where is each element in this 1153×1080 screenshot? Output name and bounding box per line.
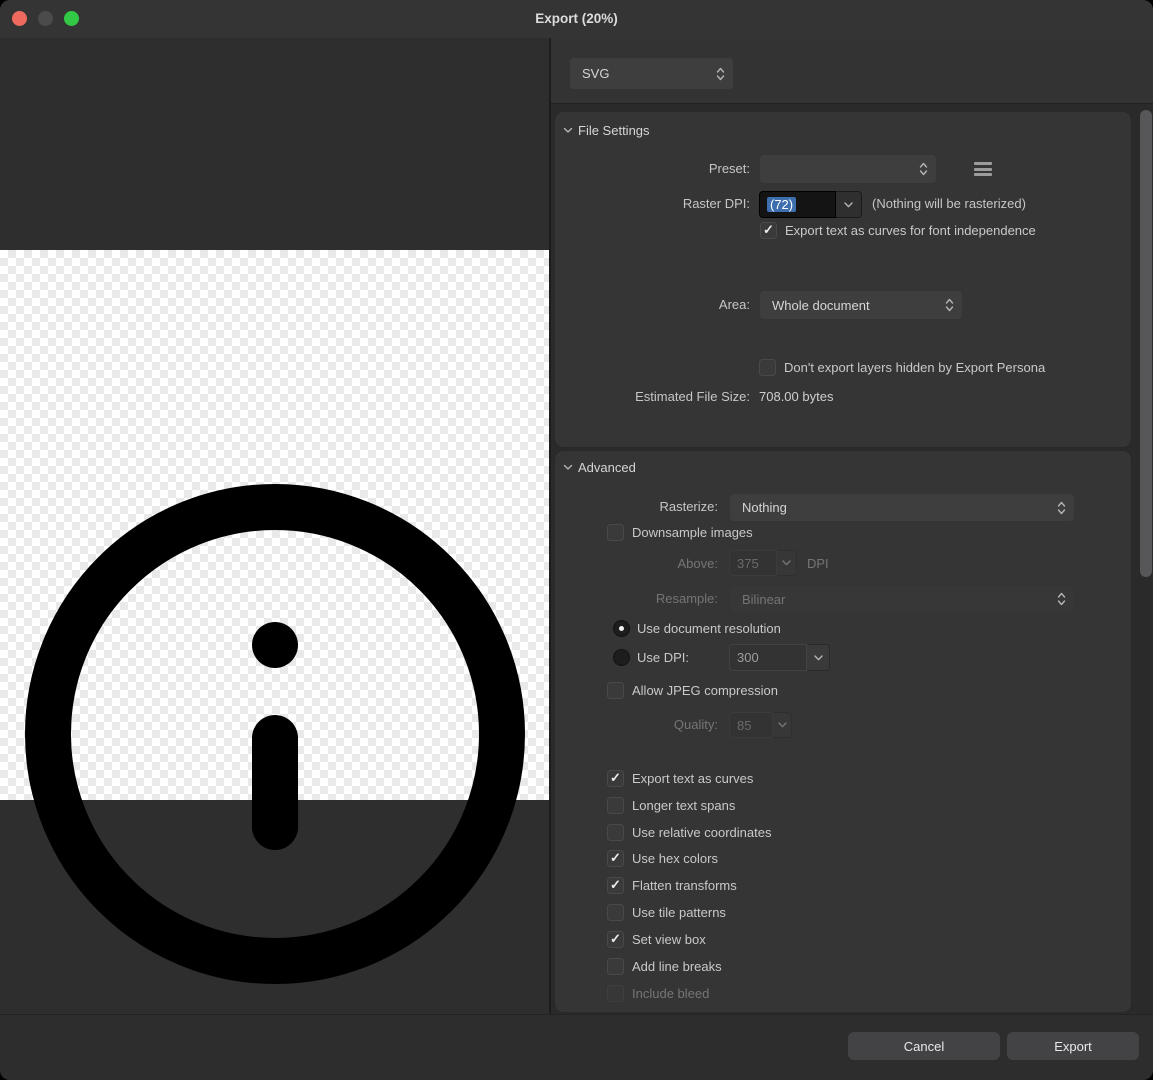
- resample-dropdown[interactable]: Bilinear: [729, 585, 1075, 613]
- above-label: Above:: [598, 556, 718, 572]
- quality-value: 85: [737, 718, 751, 733]
- scrollbar-thumb[interactable]: [1140, 110, 1152, 577]
- option-label: Use hex colors: [632, 851, 718, 867]
- option-label: Flatten transforms: [632, 878, 737, 894]
- format-bar: SVG: [551, 38, 1153, 104]
- rasterize-label: Rasterize:: [598, 499, 718, 515]
- format-value: SVG: [582, 66, 609, 81]
- resample-value: Bilinear: [742, 592, 785, 607]
- use-doc-resolution-label: Use document resolution: [637, 621, 781, 637]
- format-dropdown[interactable]: SVG: [569, 57, 734, 90]
- section-chevron-icon[interactable]: [563, 464, 573, 471]
- option-label: Use tile patterns: [632, 905, 726, 921]
- raster-dpi-field[interactable]: (72): [759, 191, 836, 218]
- raster-dpi-note: (Nothing will be rasterized): [872, 196, 1026, 212]
- option-label: Include bleed: [632, 986, 709, 1002]
- area-dropdown[interactable]: Whole document: [759, 290, 963, 320]
- option-checkbox[interactable]: [607, 877, 624, 894]
- updown-chevron-icon: [716, 66, 725, 81]
- option-checkbox[interactable]: [607, 770, 624, 787]
- export-preview: [0, 38, 549, 1014]
- updown-chevron-icon: [1057, 500, 1066, 515]
- option-label: Add line breaks: [632, 959, 722, 975]
- option-checkbox[interactable]: [607, 985, 624, 1002]
- window-title: Export (20%): [0, 0, 1153, 38]
- option-checkbox[interactable]: [607, 931, 624, 948]
- updown-chevron-icon: [919, 162, 928, 177]
- area-label: Area:: [600, 297, 750, 313]
- quality-field[interactable]: 85: [729, 712, 773, 738]
- downsample-checkbox[interactable]: [607, 524, 624, 541]
- option-checkbox[interactable]: [607, 850, 624, 867]
- raster-dpi-dropdown-button[interactable]: [836, 191, 862, 218]
- export-settings-panel: SVG File Settings Preset: Raster DPI: (7…: [549, 38, 1153, 1014]
- use-dpi-dropdown-button[interactable]: [807, 644, 830, 671]
- option-label: Longer text spans: [632, 798, 735, 814]
- use-dpi-field[interactable]: 300: [729, 644, 807, 671]
- downsample-label: Downsample images: [632, 525, 753, 541]
- above-field[interactable]: 375: [729, 550, 777, 576]
- advanced-header[interactable]: Advanced: [578, 460, 636, 475]
- down-chevron-icon: [782, 560, 791, 566]
- export-text-curves-label: Export text as curves for font independe…: [785, 223, 1036, 239]
- export-text-curves-checkbox[interactable]: [760, 222, 777, 239]
- use-dpi-label: Use DPI:: [637, 650, 689, 666]
- preset-menu-icon[interactable]: [974, 162, 992, 176]
- use-dpi-value: 300: [737, 650, 759, 665]
- updown-chevron-icon: [1057, 592, 1066, 607]
- updown-chevron-icon: [945, 298, 954, 313]
- option-checkbox[interactable]: [607, 958, 624, 975]
- use-dpi-radio[interactable]: [613, 649, 630, 666]
- dont-export-hidden-checkbox[interactable]: [759, 359, 776, 376]
- export-button[interactable]: Export: [1007, 1032, 1139, 1060]
- area-value: Whole document: [772, 298, 870, 313]
- raster-dpi-value: (72): [767, 197, 796, 212]
- use-doc-resolution-radio[interactable]: [613, 620, 630, 637]
- rasterize-dropdown[interactable]: Nothing: [729, 493, 1075, 522]
- option-checkbox[interactable]: [607, 824, 624, 841]
- preset-label: Preset:: [600, 161, 750, 177]
- option-label: Export text as curves: [632, 771, 753, 787]
- cancel-button[interactable]: Cancel: [848, 1032, 1000, 1060]
- above-dropdown-button[interactable]: [777, 550, 797, 576]
- export-dialog: Export (20%) SVG File Settings Preset:: [0, 0, 1153, 1080]
- above-value: 375: [737, 556, 759, 571]
- quality-dropdown-button[interactable]: [773, 712, 792, 738]
- jpeg-compression-label: Allow JPEG compression: [632, 683, 778, 699]
- dialog-footer: Cancel Export: [0, 1014, 1153, 1080]
- option-label: Set view box: [632, 932, 706, 948]
- jpeg-compression-checkbox[interactable]: [607, 682, 624, 699]
- option-label: Use relative coordinates: [632, 825, 771, 841]
- rasterize-value: Nothing: [742, 500, 787, 515]
- estimated-size-label: Estimated File Size:: [600, 389, 750, 405]
- preset-dropdown[interactable]: [759, 154, 937, 184]
- file-settings-header[interactable]: File Settings: [578, 123, 650, 138]
- quality-label: Quality:: [598, 717, 718, 733]
- option-checkbox[interactable]: [607, 904, 624, 921]
- down-chevron-icon: [778, 722, 787, 728]
- down-chevron-icon: [844, 202, 853, 208]
- info-icon: [25, 484, 525, 984]
- titlebar: Export (20%): [0, 0, 1153, 38]
- option-checkbox[interactable]: [607, 797, 624, 814]
- down-chevron-icon: [814, 655, 823, 661]
- estimated-size-value: 708.00 bytes: [759, 389, 833, 405]
- section-chevron-icon[interactable]: [563, 127, 573, 134]
- dont-export-hidden-label: Don't export layers hidden by Export Per…: [784, 360, 1045, 376]
- above-unit: DPI: [807, 556, 829, 572]
- transparency-checkerboard: [0, 250, 549, 800]
- raster-dpi-label: Raster DPI:: [600, 196, 750, 212]
- resample-label: Resample:: [598, 591, 718, 607]
